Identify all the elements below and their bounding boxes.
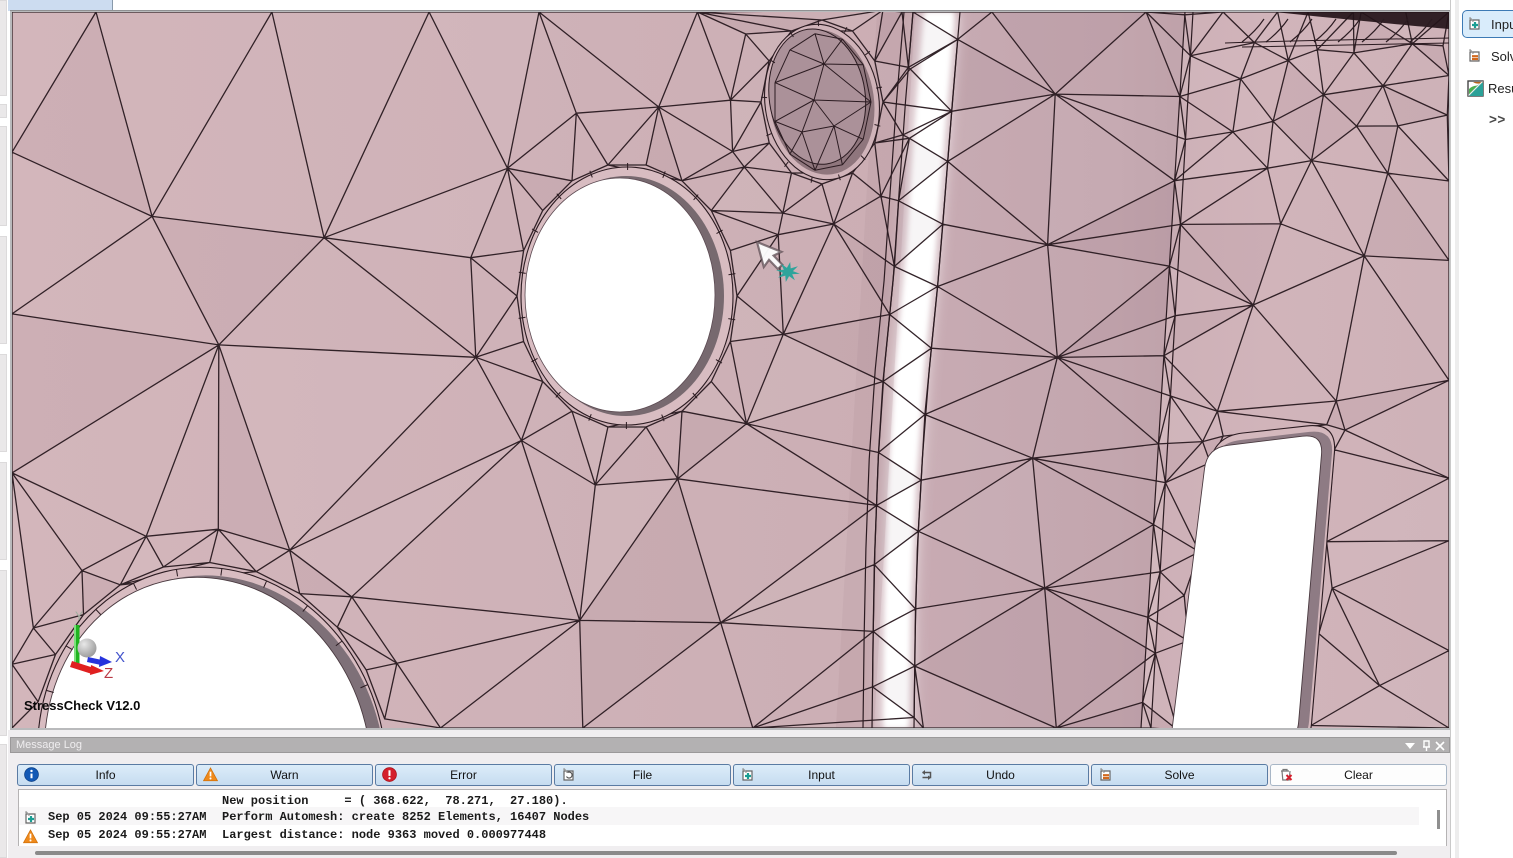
svg-text:X: X — [115, 649, 125, 666]
svg-text:StressCheck V12.0: StressCheck V12.0 — [24, 698, 140, 713]
svg-text:Z: Z — [104, 665, 113, 682]
svg-text:Y: Y — [75, 609, 83, 623]
